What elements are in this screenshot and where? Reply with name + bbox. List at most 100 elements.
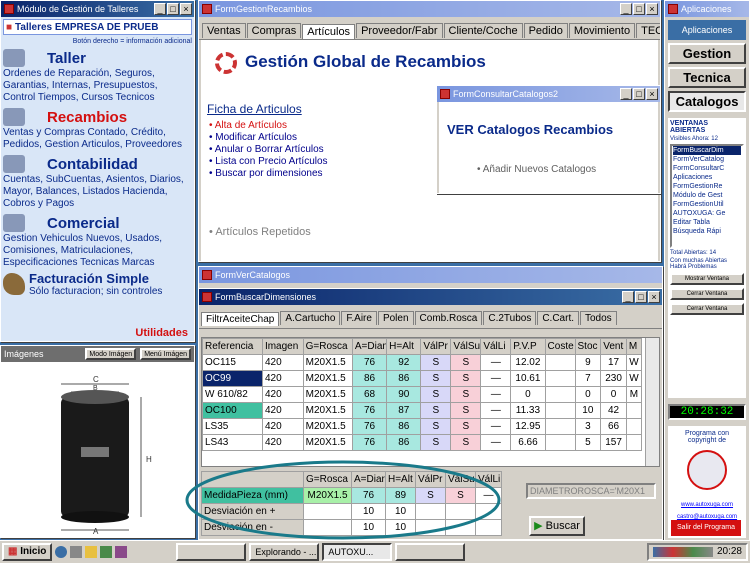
maximize-icon[interactable]: □ <box>633 88 645 100</box>
app-icon-b[interactable] <box>115 546 128 558</box>
folder-icon[interactable] <box>85 546 98 558</box>
module-section-2[interactable]: Contabilidad Cuentas, SubCuentas, Asiento… <box>3 154 192 210</box>
tab-6[interactable]: Movimiento <box>568 23 636 38</box>
aplicaciones-title-bar[interactable]: Aplicaciones <box>665 1 749 17</box>
column-header[interactable]: G=Rosca <box>302 338 353 355</box>
facturacion-title[interactable]: Facturación Simple <box>29 271 162 286</box>
maximize-icon[interactable]: □ <box>167 3 179 15</box>
start-button[interactable]: ▦ Inicio <box>2 543 53 561</box>
open-window-item[interactable]: Búsqueda Rápi <box>673 227 741 236</box>
utilidades-link[interactable]: Utilidades <box>135 327 188 339</box>
column-header[interactable]: Vent <box>600 338 627 355</box>
table-row[interactable]: LS35 420 M20X1.5 76 86 S S —12.95 3 66 <box>202 418 643 435</box>
table-row[interactable]: OC115 420 M20X1.5 76 92 S S —12.02 9 17 W <box>202 354 643 371</box>
tray-icons[interactable] <box>652 547 713 557</box>
close-icon[interactable]: × <box>646 88 658 100</box>
filter-tab-7[interactable]: Todos <box>580 311 617 325</box>
filter-tab-4[interactable]: Comb.Rosca <box>414 311 483 325</box>
minimize-icon[interactable]: _ <box>620 3 632 15</box>
grid-scrollbar[interactable] <box>645 338 659 466</box>
app-icon-a[interactable] <box>100 546 113 558</box>
module-title[interactable]: Recambios <box>47 109 127 126</box>
table-row[interactable]: W 610/82 420 M20X1.5 68 90 S S —0 0 0 M <box>202 386 643 403</box>
open-window-item[interactable]: Editar Tabla <box>673 218 741 227</box>
column-header[interactable]: Coste <box>544 338 576 355</box>
search-button[interactable]: ▶ Buscar <box>529 516 585 536</box>
close-icon[interactable]: × <box>648 291 660 303</box>
tab-7[interactable]: TECNIC <box>636 23 660 38</box>
maximize-icon[interactable]: □ <box>635 291 647 303</box>
column-header[interactable]: VálLi <box>480 338 512 355</box>
task-button[interactable] <box>395 543 466 561</box>
filter-tab-1[interactable]: A.Cartucho <box>280 311 341 325</box>
column-header[interactable]: P.V.P <box>510 338 546 355</box>
filter-tab-6[interactable]: C.Cart. <box>537 311 579 325</box>
open-windows-list[interactable]: FormBuscarDim FormVerCatalog FormConsultar… <box>670 144 744 248</box>
nav-button-gestion[interactable]: Gestion <box>668 43 746 64</box>
articulos-item[interactable]: • Anular o Borrar Artículos <box>209 144 328 156</box>
exit-button[interactable]: Salir del Programa <box>671 520 741 536</box>
filter-tab-5[interactable]: C.2Tubos <box>483 311 537 325</box>
repeated-item[interactable]: • Artículos Repetidos <box>209 226 311 238</box>
close-icon[interactable]: × <box>646 3 658 15</box>
tab-4[interactable]: Cliente/Coche <box>443 23 523 38</box>
minimize-icon[interactable]: _ <box>620 88 632 100</box>
facturacion-section[interactable]: Facturación Simple Sólo facturacion; sin… <box>3 271 192 297</box>
minimize-icon[interactable]: _ <box>622 291 634 303</box>
tab-2[interactable]: Artículos <box>302 24 356 39</box>
open-window-item[interactable]: FormGestionUtil <box>673 200 741 209</box>
open-window-item[interactable]: AUTOXUGA: Ge <box>673 209 741 218</box>
maximize-icon[interactable]: □ <box>633 3 645 15</box>
column-header[interactable]: Referencia <box>202 338 263 355</box>
filter-tab-3[interactable]: Polen <box>377 311 414 325</box>
column-header[interactable]: VálPr <box>420 338 452 355</box>
column-header[interactable]: M <box>625 338 643 355</box>
articulos-item[interactable]: • Buscar por dimensiones <box>209 168 328 180</box>
filter-tab-2[interactable]: F.Aire <box>341 311 377 325</box>
tab-0[interactable]: Ventas <box>202 23 246 38</box>
task-button[interactable]: Explorando - ... <box>249 543 320 561</box>
window-action-button[interactable]: Cerrar Ventana <box>670 303 744 315</box>
column-header[interactable]: Imagen <box>261 338 304 355</box>
articulos-item[interactable]: • Alta de Artículos <box>209 120 328 132</box>
desktop-icon[interactable] <box>70 546 83 558</box>
open-window-item[interactable]: Módulo de Gest <box>673 191 741 200</box>
buscar-title-bar[interactable]: FormBuscarDimensiones _ □ × <box>199 289 662 305</box>
ie-icon[interactable] <box>55 546 68 558</box>
open-window-item[interactable]: FormConsultarC <box>673 164 741 173</box>
window-action-button[interactable]: Mostrar Ventana <box>670 273 744 285</box>
menu-image-button[interactable]: Menú Imágen <box>140 348 191 360</box>
table-row[interactable]: OC99 420 M20X1.5 86 86 S S —10.61 7 230 W <box>202 370 643 387</box>
module-title[interactable]: Contabilidad <box>47 156 138 173</box>
module-title[interactable]: Comercial <box>47 215 120 232</box>
module-section-0[interactable]: Taller Ordenes de Reparación, Seguros, Ga… <box>3 48 192 104</box>
tab-1[interactable]: Compras <box>246 23 302 38</box>
module-title[interactable]: Taller <box>47 50 86 67</box>
aplicaciones-header[interactable]: Aplicaciones <box>668 20 746 40</box>
module-section-3[interactable]: Comercial Gestion Vehiculos Nuevos, Usado… <box>3 213 192 269</box>
add-catalog-item[interactable]: • Añadir Nuevos Catalogos <box>477 164 596 175</box>
mode-image-button[interactable]: Modo Imágen <box>85 348 137 360</box>
module-section-1[interactable]: Recambios Ventas y Compras Contado, Crédi… <box>3 107 192 151</box>
column-header[interactable]: Stoc <box>574 338 602 355</box>
task-button[interactable]: AUTOXU... <box>322 543 393 561</box>
column-header[interactable]: VálSu <box>450 338 482 355</box>
window-action-button[interactable]: Cerrar Ventana <box>670 288 744 300</box>
vercatalogos-title-bar[interactable]: FormVerCatalogos <box>199 267 662 283</box>
tab-3[interactable]: Proveedor/Fabr <box>356 23 443 38</box>
catalogos-title-bar[interactable]: FormConsultarCatalogos2 _ □ × <box>437 86 660 102</box>
articulos-item[interactable]: • Modificar Artículos <box>209 132 328 144</box>
column-header[interactable]: A=Diam <box>351 338 388 355</box>
minimize-icon[interactable]: _ <box>154 3 166 15</box>
open-window-item[interactable]: FormGestionRe <box>673 182 741 191</box>
nav-button-catalogos[interactable]: Catalogos <box>668 91 746 112</box>
table-row[interactable]: OC100 420 M20X1.5 76 87 S S —11.33 10 42 <box>202 402 643 419</box>
task-button[interactable] <box>176 543 247 561</box>
website-link[interactable]: www.autoxuga.com <box>668 502 746 508</box>
filter-tab-0[interactable]: FiltrAceiteChap <box>201 312 280 326</box>
table-row[interactable]: LS43 420 M20X1.5 76 86 S S —6.66 5 157 <box>202 434 643 451</box>
nav-button-tecnica[interactable]: Tecnica <box>668 67 746 88</box>
gestion-title-bar[interactable]: FormGestionRecambios _ □ × <box>199 1 660 17</box>
open-window-item[interactable]: Aplicaciones <box>673 173 741 182</box>
tab-5[interactable]: Pedido <box>523 23 568 38</box>
